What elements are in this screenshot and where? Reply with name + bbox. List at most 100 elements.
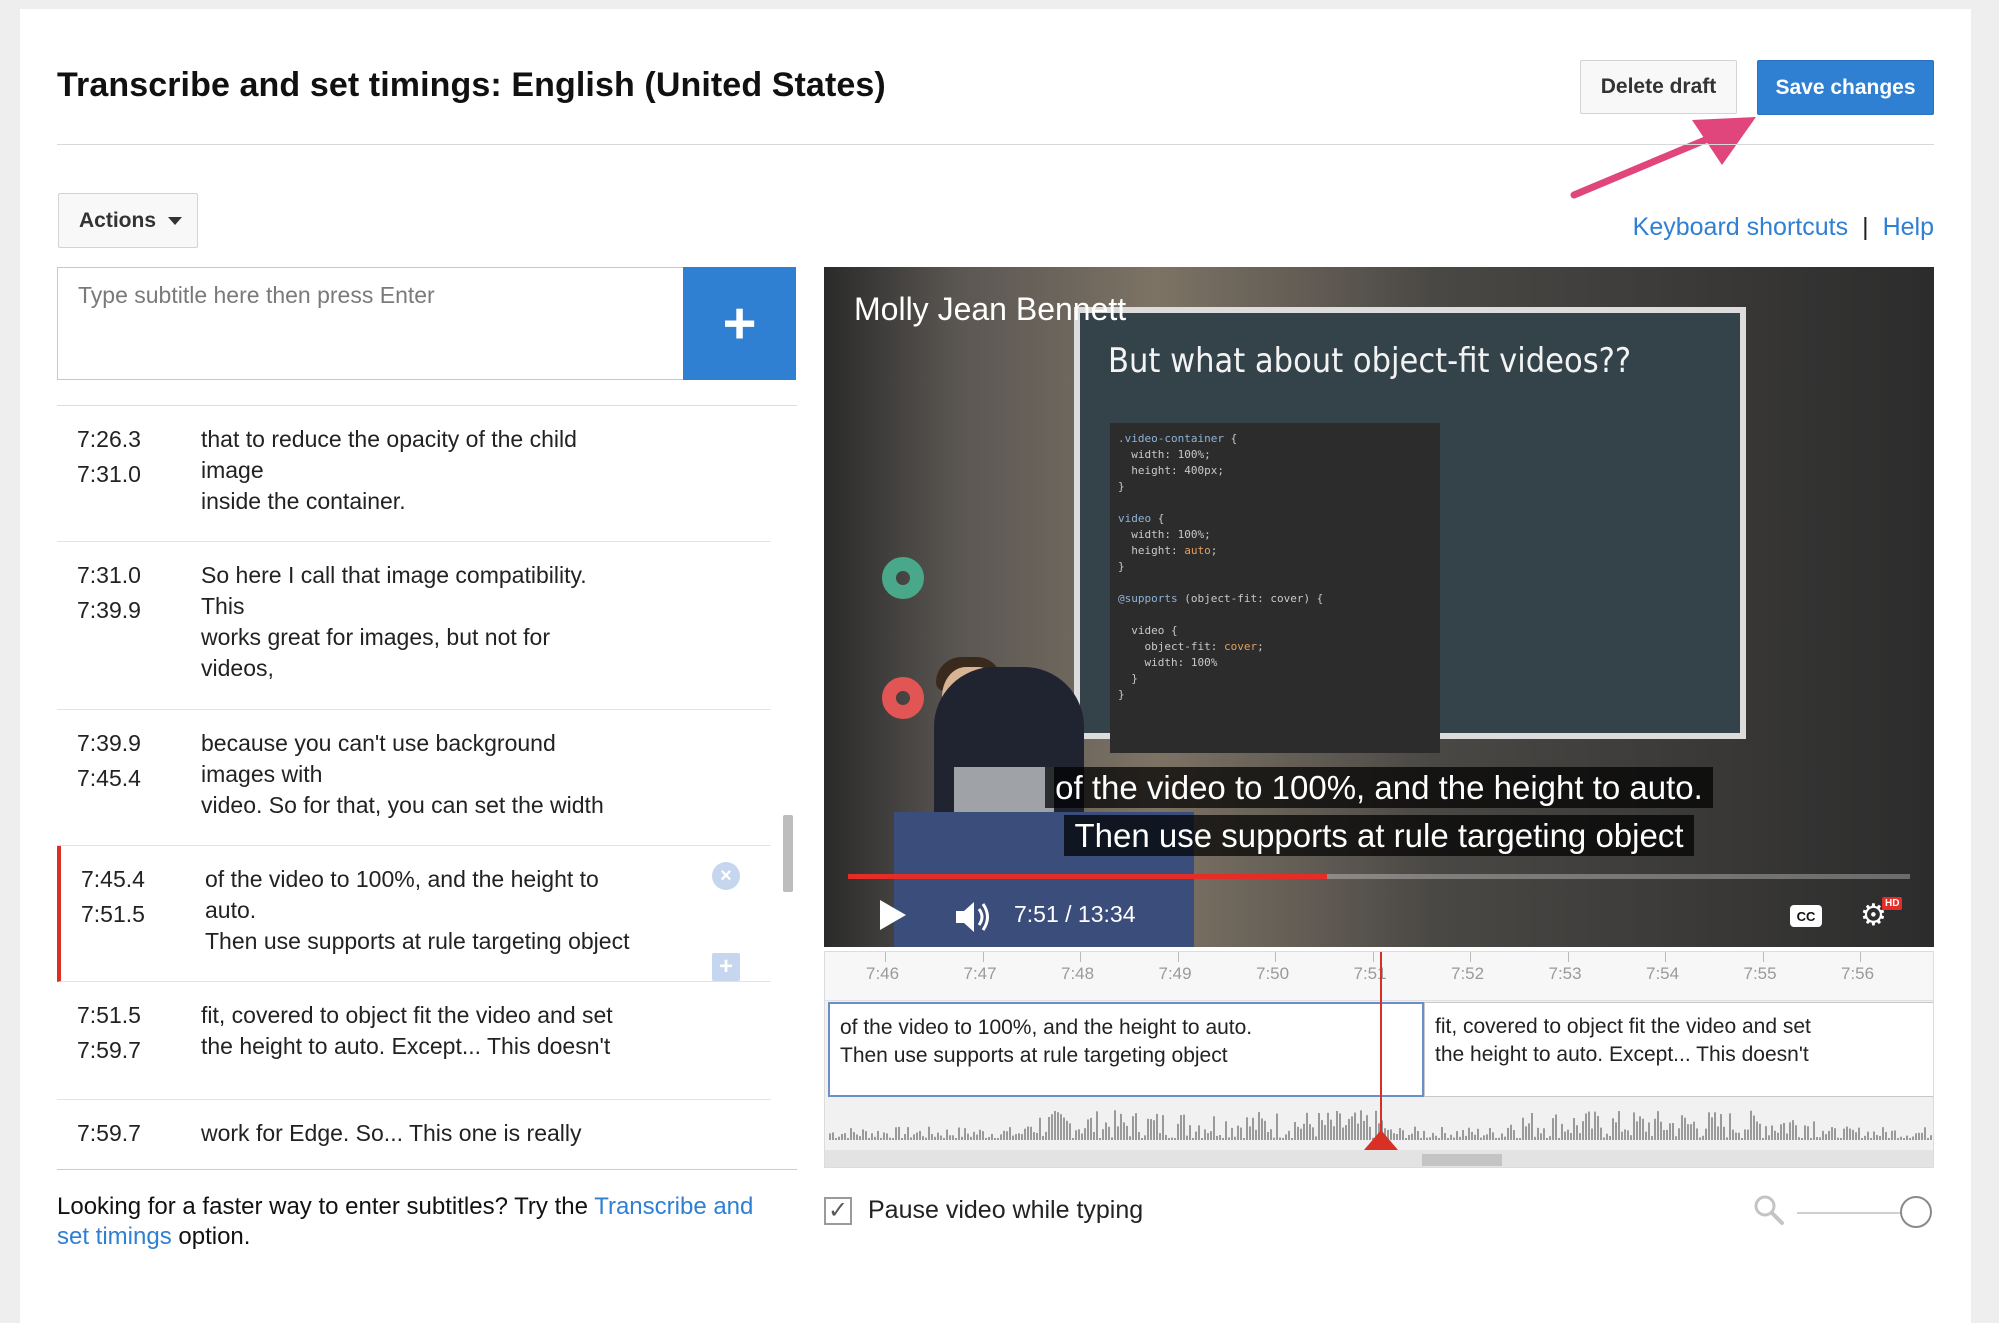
subtitle-text[interactable]: because you can't use background images w… xyxy=(201,726,671,845)
subtitle-input[interactable]: Type subtitle here then press Enter xyxy=(57,267,684,380)
ruler-tick-label: 7:54 xyxy=(1646,964,1680,983)
subtitle-end-time[interactable]: 7:31.0 xyxy=(77,457,201,492)
subtitle-end-time[interactable]: 7:51.5 xyxy=(81,897,205,932)
captions-icon[interactable]: CC xyxy=(1790,905,1822,927)
waveform-bar xyxy=(1456,1131,1458,1140)
subtitle-end-time[interactable]: 7:45.4 xyxy=(77,761,201,796)
subtitle-times[interactable]: 7:59.7 xyxy=(77,1116,201,1169)
subtitle-text-line: Then use supports at rule targeting obje… xyxy=(205,928,630,954)
ruler-tick xyxy=(1567,952,1569,962)
timeline-scroll-thumb[interactable] xyxy=(1422,1154,1502,1166)
playhead[interactable] xyxy=(1380,952,1382,1150)
pause-checkbox[interactable]: ✓ xyxy=(824,1196,852,1225)
timeline-editor[interactable]: 7:46 7:47 7:48 7:49 7:50 7:51 7:52 7:53 7:54 7:55… xyxy=(824,951,1934,1168)
waveform-bar xyxy=(1753,1115,1755,1140)
help-link[interactable]: Help xyxy=(1883,213,1934,242)
waveform-bar xyxy=(1606,1133,1608,1140)
caret-down-icon xyxy=(168,216,183,225)
subtitle-text[interactable]: of the video to 100%, and the height to a… xyxy=(205,862,675,981)
pause-while-typing[interactable]: ✓ Pause video while typing xyxy=(824,1196,1143,1225)
waveform-bar xyxy=(1285,1134,1287,1140)
keyboard-shortcuts-link[interactable]: Keyboard shortcuts xyxy=(1633,213,1848,242)
subtitle-text[interactable]: So here I call that image compatibility.… xyxy=(201,558,671,709)
subtitle-row-active[interactable]: 7:45.4 7:51.5 of the video to 100%, and th… xyxy=(57,846,771,982)
zoom-slider-knob[interactable] xyxy=(1900,1196,1932,1228)
subtitle-start-time[interactable]: 7:51.5 xyxy=(77,998,201,1033)
subtitle-text[interactable]: that to reduce the opacity of the child i… xyxy=(201,422,671,541)
footnote-prefix: Looking for a faster way to enter subtit… xyxy=(57,1193,595,1220)
subtitle-list[interactable]: 7:26.3 7:31.0 that to reduce the opacity o… xyxy=(57,405,797,1170)
waveform-bar xyxy=(1051,1114,1053,1140)
waveform-bar xyxy=(1882,1127,1884,1140)
waveform-bar xyxy=(1795,1125,1797,1140)
subtitle-row[interactable]: 7:59.7 work for Edge. So... This one is r… xyxy=(57,1100,771,1169)
delete-draft-button[interactable]: Delete draft xyxy=(1580,60,1737,114)
waveform-bar xyxy=(1186,1135,1188,1140)
subtitle-start-time[interactable]: 7:59.7 xyxy=(77,1116,201,1151)
waveform-bar xyxy=(1315,1136,1317,1140)
subtitle-row[interactable]: 7:31.0 7:39.9 So here I call that image co… xyxy=(57,542,771,710)
waveform-bar xyxy=(1660,1121,1662,1140)
video-channel-name: Molly Jean Bennett xyxy=(854,291,1127,327)
subtitle-text[interactable]: fit, covered to object fit the video and… xyxy=(201,998,671,1099)
subtitle-times[interactable]: 7:39.9 7:45.4 xyxy=(77,726,201,845)
waveform-bar xyxy=(1885,1131,1887,1140)
video-progress-bar[interactable] xyxy=(848,874,1910,879)
subtitle-text-line: auto. xyxy=(205,897,257,923)
subtitle-times[interactable]: 7:31.0 7:39.9 xyxy=(77,558,201,709)
playhead-handle-icon[interactable] xyxy=(1364,1130,1398,1150)
actions-dropdown[interactable]: Actions xyxy=(58,193,198,248)
waveform-bar xyxy=(1078,1129,1080,1140)
add-subtitle-button[interactable]: + xyxy=(683,267,796,380)
waveform-bar xyxy=(925,1137,927,1140)
waveform-bar xyxy=(1483,1135,1485,1140)
waveform-bar xyxy=(1501,1133,1503,1140)
video-player[interactable]: But what about object-fit videos?? .vide… xyxy=(824,267,1934,947)
waveform-bar xyxy=(1735,1132,1737,1140)
subtitle-list-scrollbar[interactable] xyxy=(783,815,793,892)
footnote-suffix: option. xyxy=(171,1223,251,1250)
subtitle-end-time[interactable]: 7:59.7 xyxy=(77,1033,201,1068)
waveform-bar xyxy=(1903,1138,1905,1140)
volume-icon[interactable] xyxy=(954,899,994,935)
subtitle-start-time[interactable]: 7:45.4 xyxy=(81,862,205,897)
ruler-tick-label: 7:53 xyxy=(1548,964,1582,983)
subtitle-times[interactable]: 7:26.3 7:31.0 xyxy=(77,422,201,541)
subtitle-row[interactable]: 7:39.9 7:45.4 because you can't use backgr… xyxy=(57,710,771,846)
subtitle-text[interactable]: work for Edge. So... This one is really xyxy=(201,1116,671,1169)
timeline-segment-active[interactable]: of the video to 100%, and the height to … xyxy=(828,1002,1424,1097)
save-changes-button[interactable]: Save changes xyxy=(1757,60,1934,115)
subtitle-start-time[interactable]: 7:39.9 xyxy=(77,726,201,761)
waveform-bar xyxy=(1768,1135,1770,1140)
waveform-bar xyxy=(1084,1128,1086,1140)
waveform-bar xyxy=(1669,1123,1671,1140)
subtitle-end-time[interactable]: 7:39.9 xyxy=(77,593,201,628)
waveform-bar xyxy=(838,1136,840,1140)
waveform-bar xyxy=(979,1129,981,1140)
waveform-bar xyxy=(970,1136,972,1140)
play-icon[interactable] xyxy=(880,900,906,930)
zoom-slider-track[interactable] xyxy=(1797,1212,1907,1214)
waveform-bar xyxy=(1537,1127,1539,1140)
ruler-tick-label: 7:50 xyxy=(1256,964,1290,983)
waveform-bar xyxy=(1852,1129,1854,1140)
subtitle-row[interactable]: 7:26.3 7:31.0 that to reduce the opacity o… xyxy=(57,406,771,542)
waveform-bar xyxy=(1576,1125,1578,1140)
ruler-tick xyxy=(1762,952,1764,962)
subtitle-start-time[interactable]: 7:31.0 xyxy=(77,558,201,593)
waveform-bar xyxy=(1138,1132,1140,1140)
waveform-bar xyxy=(1714,1112,1716,1140)
insert-subtitle-icon[interactable]: + xyxy=(712,953,740,981)
waveform-bar xyxy=(1468,1127,1470,1140)
subtitle-times[interactable]: 7:45.4 7:51.5 xyxy=(81,862,205,981)
subtitle-start-time[interactable]: 7:26.3 xyxy=(77,422,201,457)
subtitle-row[interactable]: 7:51.5 7:59.7 fit, covered to object fit t… xyxy=(57,982,771,1100)
subtitle-times[interactable]: 7:51.5 7:59.7 xyxy=(77,998,201,1099)
timeline-scrollbar[interactable] xyxy=(825,1150,1933,1167)
waveform-bar xyxy=(1300,1128,1302,1140)
waveform-bar xyxy=(1510,1124,1512,1140)
delete-subtitle-icon[interactable]: × xyxy=(712,862,740,890)
waveform-bar xyxy=(1531,1112,1533,1140)
waveform-bar xyxy=(1009,1127,1011,1140)
timeline-segment[interactable]: fit, covered to object fit the video and… xyxy=(1424,1002,1933,1097)
